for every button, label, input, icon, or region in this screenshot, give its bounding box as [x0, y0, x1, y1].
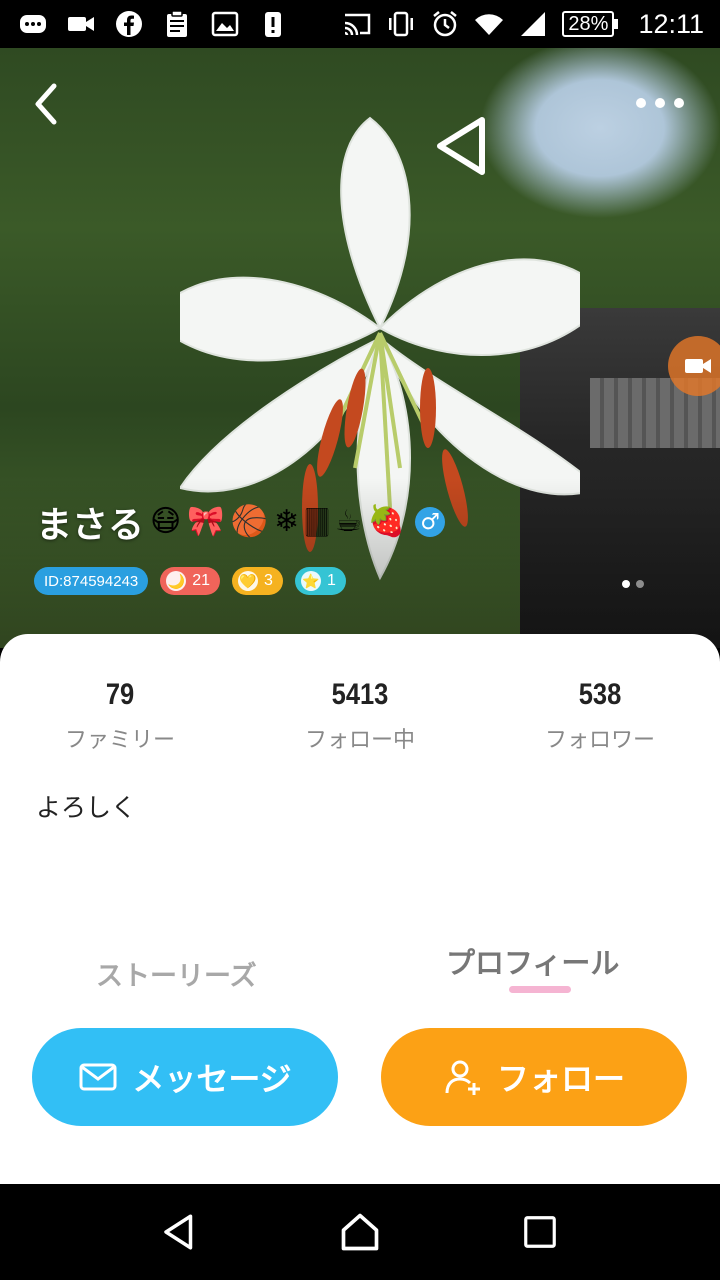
- star-icon: ⭐: [300, 571, 321, 591]
- signal-icon: [518, 9, 548, 39]
- unknown-glyph: 🀫: [305, 504, 330, 539]
- page-dot: [636, 580, 644, 588]
- bio-text: よろしく: [36, 793, 137, 822]
- status-bar: 28% 12:11: [0, 0, 720, 48]
- more-dot: [655, 98, 665, 108]
- battery-indicator: 28%: [562, 11, 619, 37]
- alarm-icon: [430, 9, 460, 39]
- nav-home-icon: [341, 1213, 379, 1251]
- user-name: まさる: [36, 505, 145, 546]
- stat-following[interactable]: 5413 フォロー中: [240, 678, 480, 754]
- profile-badges: ID:874594243 🌙 21 💛 3 ⭐ 1: [34, 567, 346, 595]
- star-count: 1: [326, 572, 336, 589]
- user-name-row: まさる 😷 🎀 🏀 ❄ 🀫 ☕ 🍓 ♂: [36, 496, 446, 548]
- notification-icons: [18, 9, 342, 39]
- facebook-icon: [114, 9, 144, 39]
- followers-count: 538: [578, 678, 622, 711]
- play-triangle-icon: [437, 117, 485, 175]
- user-id-badge: ID:874594243: [34, 567, 149, 595]
- wifi-icon: [474, 9, 504, 39]
- family-count: 79: [105, 678, 135, 711]
- battery-tip: [614, 19, 619, 29]
- male-gender-icon: ♂: [415, 507, 446, 537]
- stats-row: 79 ファミリー 5413 フォロー中 538 フォロワー: [0, 678, 720, 754]
- message-button[interactable]: メッセージ: [32, 1028, 338, 1126]
- cast-icon: [342, 9, 372, 39]
- family-label: ファミリー: [64, 728, 175, 753]
- strawberry-emoji: 🍓: [367, 504, 406, 539]
- heart-icon: 💛: [238, 571, 259, 591]
- following-count: 5413: [331, 678, 389, 711]
- video-camera-icon: [685, 359, 711, 373]
- android-nav-bar: [0, 1184, 720, 1280]
- nav-back-button[interactable]: [156, 1208, 204, 1256]
- back-button[interactable]: [28, 82, 64, 126]
- star-badge: ⭐ 1: [294, 567, 346, 595]
- chevron-left-icon: [35, 83, 57, 125]
- stat-family[interactable]: 79 ファミリー: [0, 678, 240, 754]
- vibrate-icon: [386, 9, 416, 39]
- photo-page-indicator: [622, 580, 644, 588]
- mask-emoji: 😷: [150, 504, 182, 539]
- heart-count: 3: [264, 572, 273, 589]
- moon-count: 21: [192, 572, 211, 589]
- moon-icon: 🌙: [166, 571, 187, 591]
- chat-icon: [18, 9, 48, 39]
- system-icons: 28% 12:11: [342, 9, 704, 40]
- add-user-icon: [445, 1060, 480, 1095]
- envelope-icon: [79, 1063, 117, 1091]
- nav-home-button[interactable]: [336, 1208, 384, 1256]
- message-button-label: メッセージ: [132, 1060, 292, 1098]
- clipboard-icon: [162, 9, 192, 39]
- snowflake-emoji: ❄: [274, 504, 300, 539]
- nav-back-icon: [164, 1214, 193, 1250]
- heart-badge: 💛 3: [232, 567, 283, 595]
- moon-badge: 🌙 21: [160, 567, 221, 595]
- more-dot: [674, 98, 684, 108]
- profile-card: 79 ファミリー 5413 フォロー中 538 フォロワー よろしく ストーリー…: [0, 634, 720, 1184]
- more-options-button[interactable]: [636, 96, 684, 110]
- nav-recents-icon: [524, 1216, 556, 1248]
- follow-button-label: フォロー: [496, 1060, 625, 1098]
- page-dot-active: [622, 580, 630, 588]
- play-button[interactable]: [432, 114, 492, 178]
- active-tab-indicator: [509, 986, 571, 993]
- stat-followers[interactable]: 538 フォロワー: [480, 678, 720, 754]
- ribbon-emoji: 🎀: [187, 504, 225, 539]
- nav-recents-button[interactable]: [516, 1208, 564, 1256]
- basketball-emoji: 🏀: [230, 504, 269, 539]
- following-label: フォロー中: [304, 728, 415, 753]
- video-call-icon: [66, 9, 96, 39]
- more-dot: [636, 98, 646, 108]
- followers-label: フォロワー: [544, 728, 655, 753]
- video-camera-button[interactable]: [668, 336, 720, 396]
- follow-button[interactable]: フォロー: [381, 1028, 687, 1126]
- tab-stories[interactable]: ストーリーズ: [96, 954, 257, 993]
- profile-header-photo[interactable]: [0, 48, 720, 648]
- image-icon: [210, 9, 240, 39]
- profile-tabs: ストーリーズ プロフィール: [0, 940, 720, 1000]
- battery-level: 28%: [562, 11, 615, 37]
- coffee-emoji: ☕: [335, 504, 362, 539]
- alert-icon: [258, 9, 288, 39]
- clock: 12:11: [638, 8, 704, 39]
- tab-profile[interactable]: プロフィール: [446, 940, 619, 982]
